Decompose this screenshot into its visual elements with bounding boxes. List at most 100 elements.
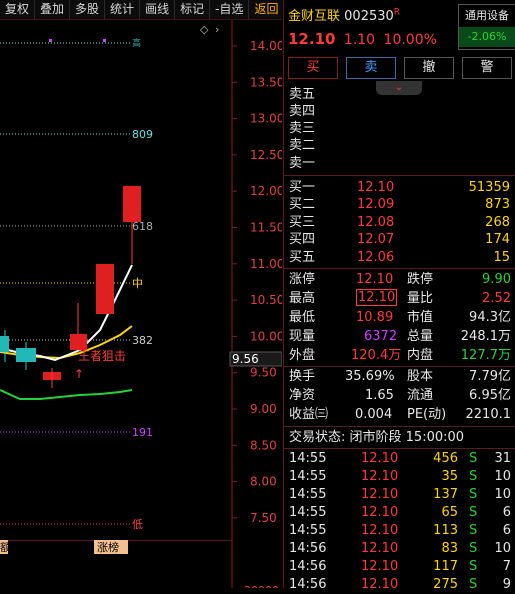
bid-price: 12.06 xyxy=(357,249,395,265)
candle[interactable] xyxy=(123,186,141,222)
trade-price: 12.10 xyxy=(361,469,399,484)
trade-count: 10 xyxy=(494,487,511,502)
trades-divider xyxy=(284,448,515,449)
float-shares-value: 6.95亿 xyxy=(469,388,511,403)
inner-volume-value: 127.7万 xyxy=(460,348,511,363)
bid-volume: 15 xyxy=(493,249,510,265)
trade-volume: 275 xyxy=(433,577,458,592)
buy-arrow-icon: ↑ xyxy=(74,367,84,381)
stock-title: 金财互联 002530R xyxy=(288,5,400,24)
bid-volume: 51359 xyxy=(468,180,510,195)
diamond-icon[interactable]: ◇ xyxy=(200,23,209,36)
toolbar-overlay-button[interactable]: 叠加 xyxy=(35,0,71,19)
stats-grid: 涨停 12.10 跌停 9.90 最高 12.10 量比 2.52 最低 10.… xyxy=(289,270,515,365)
ask-row: 卖五 xyxy=(289,87,316,102)
eps-label: 收益㈢ xyxy=(289,407,329,422)
net-assets-label: 净资 xyxy=(289,388,316,403)
bid-row[interactable]: 买四 12.07 174 xyxy=(284,231,515,249)
limit-up-value: 12.10 xyxy=(356,272,394,287)
price-tick-label: 8.00 xyxy=(250,475,277,489)
trade-volume: 35 xyxy=(441,469,458,484)
status-divider xyxy=(284,426,515,427)
candle[interactable] xyxy=(16,348,36,362)
toolbar-remove-watchlist-button[interactable]: -自选 xyxy=(210,0,250,19)
limit-down-value: 9.90 xyxy=(482,272,511,287)
bid-label: 买三 xyxy=(289,214,316,230)
stats-divider xyxy=(284,268,515,269)
toolbar-stats-button[interactable]: 统计 xyxy=(105,0,141,19)
price-tick-label: 10.50 xyxy=(250,293,282,307)
trade-row: 14:55 12.10 65 S 6 xyxy=(284,504,515,522)
price-tick-label: 13.50 xyxy=(250,75,282,89)
bid-row[interactable]: 买三 12.08 268 xyxy=(284,214,515,232)
trade-row: 14:55 12.10 456 S 31 xyxy=(284,450,515,468)
chevron-right-icon[interactable]: › xyxy=(215,23,219,36)
price-axis: 14.00 13.50 13.00 12.50 12.00 11.50 11.00 10.50… xyxy=(232,39,282,525)
trade-volume: 83 xyxy=(441,541,458,556)
net-assets-value: 1.65 xyxy=(365,388,394,403)
candlestick-chart[interactable]: ◇ › 高 14.00 13.50 13.00 12.50 12.00 11.50 11.0… xyxy=(0,20,282,588)
trade-count: 6 xyxy=(502,505,511,520)
trade-count: 9 xyxy=(502,577,511,592)
orderbook-divider xyxy=(284,175,515,176)
trade-price: 12.10 xyxy=(361,559,399,574)
candle[interactable] xyxy=(0,336,9,352)
bid-row[interactable]: 买五 12.06 15 xyxy=(284,249,515,267)
trade-price: 12.10 xyxy=(361,541,399,556)
current-price: 12.10 xyxy=(288,30,336,48)
trade-time: 14:55 xyxy=(289,469,327,484)
trade-volume: 113 xyxy=(433,523,458,538)
trade-time: 14:55 xyxy=(289,505,327,520)
trade-count: 10 xyxy=(494,469,511,484)
toolbar-draw-line-button[interactable]: 画线 xyxy=(140,0,176,19)
bottom-label-left: 额 xyxy=(0,541,11,554)
candle[interactable] xyxy=(96,264,114,314)
fib-label-low: 低 xyxy=(132,518,143,531)
trading-status: 交易状态: 闭市阶段 15:00:00 xyxy=(289,429,464,447)
trade-row: 14:56 12.10 117 S 7 xyxy=(284,558,515,576)
trade-time: 14:55 xyxy=(289,523,327,538)
bid-price: 12.07 xyxy=(357,232,395,248)
fib-label-382: 382 xyxy=(132,334,153,347)
trade-time: 14:55 xyxy=(289,451,327,466)
trade-count: 7 xyxy=(502,559,511,574)
trade-price: 12.10 xyxy=(361,487,399,502)
candle[interactable] xyxy=(70,334,87,350)
bid-row[interactable]: 买一 12.10 51359 xyxy=(284,179,515,197)
toolbar-fuquan-button[interactable]: 复权 xyxy=(0,0,36,19)
trade-row: 14:55 12.10 35 S 10 xyxy=(284,468,515,486)
trade-side: S xyxy=(469,559,478,574)
trade-price: 12.10 xyxy=(361,523,399,538)
volume-ratio-value: 2.52 xyxy=(482,291,511,306)
price-tick-label: 8.50 xyxy=(250,438,277,452)
signal-annotation: 王者狙击 xyxy=(78,349,126,363)
stock-badge: R xyxy=(393,7,401,18)
trade-volume: 65 xyxy=(441,505,458,520)
trade-price: 12.10 xyxy=(361,577,399,592)
trade-row: 14:56 12.10 83 S 10 xyxy=(284,540,515,558)
alert-button[interactable]: 警 xyxy=(462,57,512,79)
price-tick-label: 12.00 xyxy=(250,184,282,198)
fib-label-809: 809 xyxy=(132,128,153,141)
sector-box[interactable]: 通用设备 -2.06% xyxy=(458,4,515,50)
bid-label: 买二 xyxy=(289,197,316,213)
trade-time: 14:56 xyxy=(289,559,327,574)
current-price-marker-text: 9.56 xyxy=(232,352,259,366)
price-change: 1.10 xyxy=(343,32,376,48)
toolbar-multi-stock-button[interactable]: 多股 xyxy=(70,0,106,19)
bid-row[interactable]: 买二 12.09 873 xyxy=(284,196,515,214)
price-tick-label: 10.00 xyxy=(250,329,282,343)
volume-ratio-label: 量比 xyxy=(407,291,434,306)
cancel-button[interactable]: 撤 xyxy=(404,57,454,79)
market-cap-value: 94.3亿 xyxy=(469,310,511,325)
trade-side: S xyxy=(469,577,478,592)
bid-label: 买一 xyxy=(289,180,316,195)
bid-volume: 174 xyxy=(485,232,510,248)
trade-price: 12.10 xyxy=(361,451,399,466)
fib-label-191: 191 xyxy=(132,426,153,439)
buy-button[interactable]: 买 xyxy=(288,57,338,79)
toolbar-mark-button[interactable]: 标记 xyxy=(175,0,211,19)
stock-name: 金财互联 xyxy=(288,9,341,24)
sell-button[interactable]: 卖 xyxy=(346,57,396,79)
toolbar-back-button[interactable]: 返回 xyxy=(249,0,285,19)
